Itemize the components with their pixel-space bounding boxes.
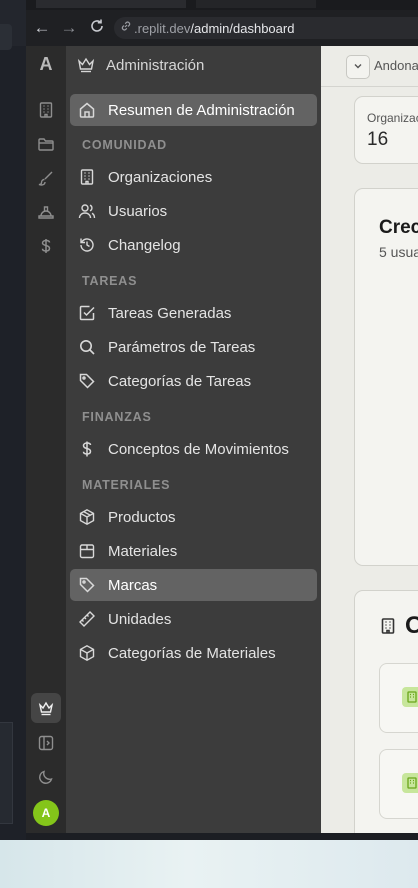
moon-icon[interactable] [34, 765, 58, 789]
sidebar-item-label: Marcas [108, 576, 158, 594]
chart-subtitle: 5 usuarios [379, 244, 418, 260]
sidebar-item-label: Changelog [108, 236, 181, 254]
sidebar-item-categorias-tareas[interactable]: Categorías de Tareas [70, 365, 317, 397]
browser-address-bar: ← → .replit.dev/admin/dashboard [26, 10, 418, 46]
back-icon[interactable]: ← [32, 18, 52, 38]
top-bar: Andonaegui [321, 46, 418, 87]
desktop-background [0, 840, 418, 888]
sidebar-item-label: Usuarios [108, 202, 168, 220]
hard-hat-icon[interactable] [34, 200, 58, 224]
stat-card: Organizaciones 16 [354, 96, 418, 164]
package-icon [77, 643, 97, 663]
building-icon [379, 617, 397, 640]
sidebar-item-parametros[interactable]: Parámetros de Tareas [70, 331, 317, 363]
sidebar-item-categorias-materiales[interactable]: Categorías de Materiales [70, 637, 317, 669]
building-icon [77, 167, 97, 187]
home-icon [77, 100, 97, 120]
browser-tab[interactable] [36, 0, 186, 8]
sidebar-item-label: Organizaciones [108, 168, 213, 186]
sidebar-item-label: Conceptos de Movimientos [108, 440, 289, 458]
sidebar-item-label: Materiales [108, 542, 178, 560]
forward-icon[interactable]: → [59, 18, 79, 38]
sidebar-item-label: Resumen de Administración [108, 101, 295, 119]
crown-icon[interactable] [31, 693, 61, 723]
sidebar-item-label: Categorías de Materiales [108, 644, 276, 662]
tag-icon [77, 371, 97, 391]
icon-rail: A A [26, 46, 67, 833]
box-icon [77, 541, 97, 561]
sidebar-item-organizaciones[interactable]: Organizaciones [70, 161, 317, 193]
check-square-icon [77, 303, 97, 323]
history-icon [77, 235, 97, 255]
organization-row[interactable] [379, 663, 418, 733]
reload-icon[interactable] [87, 18, 107, 38]
url-field[interactable]: .replit.dev/admin/dashboard [114, 17, 418, 39]
sidebar-item-productos[interactable]: Productos [70, 501, 317, 533]
sidebar-toggle-icon[interactable] [34, 731, 58, 755]
site-info-icon[interactable] [120, 20, 132, 35]
admin-sidebar: Administración Resumen de Administración… [66, 46, 321, 833]
sidebar-header: Administración [76, 54, 204, 76]
sidebar-item-changelog[interactable]: Changelog [70, 229, 317, 261]
sidebar-item-resumen[interactable]: Resumen de Administración [70, 94, 317, 126]
dollar-icon [77, 439, 97, 459]
folder-icon[interactable] [34, 132, 58, 156]
sidebar-item-unidades[interactable]: Unidades [70, 603, 317, 635]
ruler-icon [77, 609, 97, 629]
sidebar-item-conceptos[interactable]: Conceptos de Movimientos [70, 433, 317, 465]
app-logo[interactable]: A [26, 54, 66, 75]
url-domain: .replit.dev [134, 21, 191, 36]
project-selector-button[interactable] [346, 55, 370, 79]
sidebar-item-tareas-generadas[interactable]: Tareas Generadas [70, 297, 317, 329]
section-heading: TAREAS [82, 274, 138, 288]
section-heading: MATERIALES [82, 478, 171, 492]
section-heading: COMUNIDAD [82, 138, 167, 152]
url-text: .replit.dev/admin/dashboard [134, 21, 294, 36]
growth-chart-card: Crecimiento 5 usuarios [354, 188, 418, 566]
project-name[interactable]: Andonaegui [374, 58, 418, 73]
sidebar-item-marcas[interactable]: Marcas [70, 569, 317, 601]
search-icon [77, 337, 97, 357]
sidebar-title: Administración [106, 56, 205, 74]
sidebar-item-label: Parámetros de Tareas [108, 338, 256, 356]
sidebar-item-label: Categorías de Tareas [108, 372, 252, 390]
brush-icon[interactable] [34, 166, 58, 190]
sidebar-item-label: Tareas Generadas [108, 304, 232, 322]
sidebar-item-usuarios[interactable]: Usuarios [70, 195, 317, 227]
sidebar-item-label: Productos [108, 508, 176, 526]
chevron-down-icon [353, 61, 363, 74]
stat-label: Organizaciones [367, 111, 418, 125]
section-heading: FINANZAS [82, 410, 152, 424]
sidebar-item-label: Unidades [108, 610, 172, 628]
url-path: /admin/dashboard [190, 21, 295, 36]
background-window-panel [0, 722, 13, 824]
background-window-button[interactable] [0, 24, 12, 50]
browser-tab[interactable] [196, 0, 316, 8]
package-icon [77, 507, 97, 527]
browser-tab-strip [26, 0, 418, 10]
tag-icon [77, 575, 97, 595]
crown-icon [76, 56, 96, 74]
users-icon [77, 201, 97, 221]
organizations-title: Organizaciones [405, 612, 418, 639]
main-content: Andonaegui Organizaciones 16 Crecimiento… [321, 46, 418, 833]
stat-value: 16 [367, 129, 389, 150]
building-icon [402, 773, 418, 793]
sidebar-item-materiales[interactable]: Materiales [70, 535, 317, 567]
background-window [0, 0, 26, 840]
user-avatar[interactable]: A [33, 800, 59, 826]
chart-title: Crecimiento [379, 217, 418, 238]
building-icon [402, 687, 418, 707]
organizations-card: Organizaciones [354, 590, 418, 833]
organization-row[interactable] [379, 749, 418, 819]
dollar-icon[interactable] [34, 234, 58, 258]
building-icon[interactable] [34, 98, 58, 122]
